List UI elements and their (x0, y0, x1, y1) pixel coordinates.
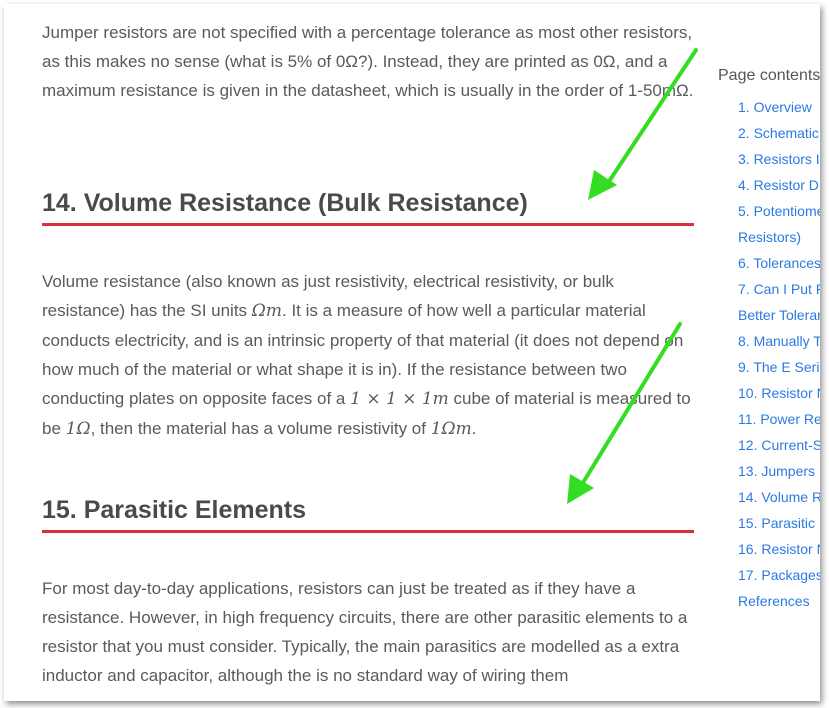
paragraph-volume-resistance: Volume resistance (also known as just re… (42, 267, 694, 444)
paragraph-parasitic-elements: For most day-to-day applications, resist… (42, 579, 688, 685)
math-cube-size: 1 × 1 × 1m (350, 389, 449, 409)
toc-link-overview[interactable]: 1. Overview (738, 94, 820, 120)
toc-link-can-i-put-cont[interactable]: Better Toleran (738, 302, 820, 328)
para-text: . (471, 419, 477, 438)
toc-link-resistor-n2[interactable]: 16. Resistor N (738, 536, 820, 562)
toc-link-packages[interactable]: 17. Packages (738, 562, 820, 588)
toc-link-parasitic[interactable]: 15. Parasitic (738, 510, 820, 536)
section-heading-volume-resistance: 14. Volume Resistance (Bulk Resistance) (42, 186, 694, 226)
math-units: Ωm (251, 301, 282, 321)
section-heading-parasitic-elements: 15. Parasitic Elements (42, 493, 694, 533)
page-contents-sidebar: Page contents 1. Overview 2. Schematic 3… (718, 64, 820, 614)
toc-link-references[interactable]: References (738, 588, 820, 614)
math-resistivity: 1Ωm (430, 419, 472, 439)
toc-title: Page contents (718, 67, 820, 84)
toc-link-resistors[interactable]: 3. Resistors I (738, 146, 820, 172)
toc-link-volume-resistance[interactable]: 14. Volume R (738, 484, 820, 510)
toc-link-jumpers[interactable]: 13. Jumpers (738, 458, 820, 484)
toc-link-resistor-n[interactable]: 10. Resistor N (738, 380, 820, 406)
toc-link-power[interactable]: 11. Power Re (738, 406, 820, 432)
toc-link-potentiometers-cont[interactable]: Resistors) (738, 224, 820, 250)
toc-link-schematic[interactable]: 2. Schematic (738, 120, 820, 146)
browser-page: Jumper resistors are not specified with … (4, 4, 820, 701)
toc-link-current-sense[interactable]: 12. Current-S (738, 432, 820, 458)
toc-link-can-i-put[interactable]: 7. Can I Put R (738, 276, 820, 302)
toc-link-tolerances[interactable]: 6. Tolerances (738, 250, 820, 276)
para-text: , then the material has a volume resisti… (90, 419, 431, 438)
toc-link-resistor-d[interactable]: 4. Resistor D (738, 172, 820, 198)
toc-link-manually[interactable]: 8. Manually T (738, 328, 820, 354)
paragraph-jumper-tolerance: Jumper resistors are not specified with … (42, 23, 694, 100)
toc-link-potentiometers[interactable]: 5. Potentiome (738, 198, 820, 224)
math-resistance: 1Ω (65, 419, 91, 439)
toc-list: 1. Overview 2. Schematic 3. Resistors I … (718, 94, 820, 614)
toc-link-e-series[interactable]: 9. The E Seri (738, 354, 820, 380)
